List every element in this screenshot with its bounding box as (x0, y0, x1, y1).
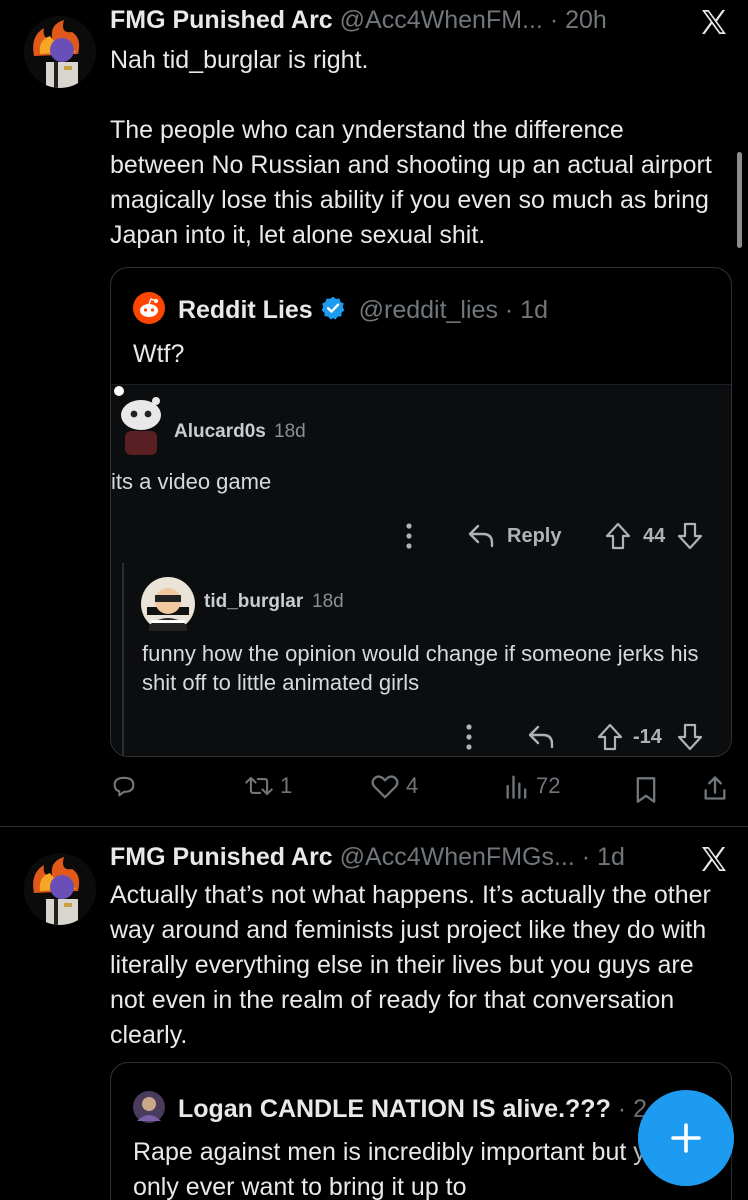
reddit-comment-age: 18d (274, 421, 306, 442)
upvote-icon[interactable] (597, 723, 623, 751)
reply-icon (113, 776, 135, 797)
reddit-reply-icon[interactable] (527, 724, 555, 750)
verified-badge-icon (321, 296, 345, 320)
reply-button[interactable] (110, 772, 144, 800)
tweet-text: Actually that’s not what happens. It’s a… (110, 881, 711, 1049)
compose-post-button[interactable] (638, 1090, 734, 1186)
tweet-2[interactable]: FMG Punished Arc @Acc4WhenFMGs... · 1d A… (0, 827, 748, 1200)
quote-display-name[interactable]: Logan CANDLE NATION IS alive.??? (178, 1095, 611, 1123)
reddit-username[interactable]: tid_burglar (204, 591, 303, 613)
reddit-score: -14 (633, 726, 662, 748)
upvote-icon[interactable] (605, 522, 631, 550)
repost-button[interactable]: 1 (244, 772, 292, 800)
quote-header: Logan CANDLE NATION IS alive.??? · 2 (133, 1091, 647, 1124)
downvote-icon[interactable] (677, 723, 703, 751)
attached-reddit-screenshot[interactable]: Alucard0s 18d its a video game Reply 44 (111, 384, 731, 756)
reddit-score: 44 (643, 525, 666, 547)
x-logo-icon (702, 10, 726, 34)
quote-header: Reddit Lies @reddit_lies · 1d (133, 292, 548, 325)
reddit-snoo-avatar (114, 386, 161, 455)
tweet-header: FMG Punished Arc @Acc4WhenFMGs... · 1d (110, 843, 625, 872)
display-name[interactable]: FMG Punished Arc (110, 6, 333, 34)
analytics-icon (506, 775, 527, 799)
plus-icon (671, 1123, 701, 1153)
downvote-icon[interactable] (677, 522, 703, 550)
repost-icon (245, 776, 273, 796)
tweet-text-line: Nah tid_burglar is right. (110, 46, 369, 74)
reddit-username[interactable]: Alucard0s (174, 421, 266, 443)
like-button[interactable]: 4 (370, 772, 418, 800)
timestamp[interactable]: · 1d (582, 843, 625, 871)
reddit-logo-icon (133, 292, 165, 324)
user-avatar-icon (133, 1091, 165, 1123)
view-count: 72 (536, 773, 561, 798)
quote-display-name[interactable]: Reddit Lies (178, 296, 313, 324)
reddit-reply-icon[interactable] (467, 523, 495, 549)
reddit-comment-age: 18d (312, 591, 344, 612)
timestamp[interactable]: · 20h (550, 6, 607, 34)
quote-text: Rape against men is incredibly important… (133, 1138, 707, 1200)
repost-count: 1 (280, 773, 293, 798)
display-name[interactable]: FMG Punished Arc (110, 843, 333, 871)
thread-line (122, 563, 124, 756)
reddit-comment-text: its a video game (111, 469, 272, 494)
heart-icon (371, 775, 399, 799)
reddit-user-avatar (141, 577, 195, 631)
reddit-more-options-icon[interactable] (465, 723, 473, 751)
bookmark-icon[interactable] (634, 776, 658, 804)
tweet-action-bar: 1 4 72 (110, 772, 728, 812)
quote-text: Wtf? (133, 340, 185, 368)
tweet-1[interactable]: FMG Punished Arc @Acc4WhenFM... · 20h Na… (0, 0, 748, 826)
share-icon[interactable] (702, 774, 728, 802)
like-count: 4 (406, 773, 419, 798)
quoted-tweet[interactable]: Reddit Lies @reddit_lies · 1d Wtf? Aluca… (110, 267, 732, 757)
quote-timestamp[interactable]: · 1d (505, 296, 548, 324)
user-avatar[interactable] (24, 853, 96, 925)
tweet-header: FMG Punished Arc @Acc4WhenFM... · 20h (110, 6, 607, 35)
user-handle[interactable]: @Acc4WhenFM... (340, 6, 543, 34)
tweet-text: Nah tid_burglar is right. The people who… (110, 43, 720, 253)
user-handle[interactable]: @Acc4WhenFMGs... (340, 843, 575, 871)
scrollbar-thumb[interactable] (737, 152, 742, 248)
user-avatar[interactable] (24, 16, 96, 88)
x-logo-icon (702, 847, 726, 871)
tweet-text-paragraph: The people who can ynderstand the differ… (110, 116, 712, 249)
reddit-reply-button[interactable]: Reply (507, 525, 561, 548)
reddit-more-options-icon[interactable] (405, 522, 413, 550)
quote-handle[interactable]: @reddit_lies (359, 296, 498, 324)
views-button[interactable]: 72 (504, 772, 560, 800)
reddit-comment-text: funny how the opinion would change if so… (142, 641, 699, 695)
